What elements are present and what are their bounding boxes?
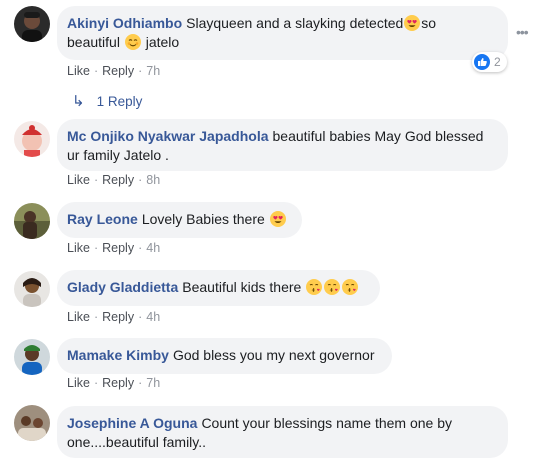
comment-bubble: Ray Leone Lovely Babies there	[57, 202, 302, 238]
separator: ·	[138, 376, 143, 390]
comment-actions: Like · Reply · 7h	[67, 376, 160, 390]
separator: ·	[93, 64, 99, 78]
separator: ·	[138, 173, 143, 187]
reaction-count-badge[interactable]: 2	[472, 52, 507, 72]
heart-eyes-icon	[269, 211, 286, 227]
comment-text: beautiful	[67, 34, 120, 50]
reply-link[interactable]: Reply	[102, 310, 134, 324]
heart-eyes-icon	[404, 15, 421, 31]
comment-text: God bless you my next governor	[172, 347, 375, 363]
separator: ·	[138, 310, 143, 324]
kissing-heart-icon	[342, 279, 359, 295]
separator: ·	[138, 64, 143, 78]
reply-link[interactable]: Reply	[102, 173, 134, 187]
comment-text: Count your blessings name them one by	[201, 415, 453, 431]
separator: ·	[93, 241, 99, 255]
avatar[interactable]	[14, 6, 50, 42]
separator: ·	[138, 241, 143, 255]
comment-actions: Like · Reply · 7h	[67, 64, 160, 78]
comment-bubble: Josephine A Oguna Count your blessings na…	[57, 406, 508, 458]
comment-bubble: Glady Gladdietta Beautiful kids there	[57, 270, 380, 306]
avatar[interactable]	[14, 203, 50, 239]
like-link[interactable]: Like	[67, 64, 90, 78]
comment-actions: Like · Reply · 8h	[67, 173, 160, 187]
comment-text: Slayqueen and a slayking detected	[186, 15, 404, 31]
comment-text: one....beautiful family..	[67, 434, 207, 450]
reaction-count: 2	[494, 55, 501, 69]
comment-actions: Like · Reply · 4h	[67, 241, 160, 255]
comment-author[interactable]: Glady Gladdietta	[67, 279, 178, 295]
comment-actions: Like · Reply · 4h	[67, 310, 160, 324]
separator: ·	[93, 376, 99, 390]
like-link[interactable]: Like	[67, 310, 90, 324]
timestamp[interactable]: 7h	[146, 376, 160, 390]
more-options-icon[interactable]: •••	[516, 24, 529, 40]
timestamp[interactable]: 4h	[146, 241, 160, 255]
like-thumb-icon	[474, 54, 490, 70]
smiling-face-icon	[124, 34, 141, 50]
timestamp[interactable]: 8h	[146, 173, 160, 187]
like-link[interactable]: Like	[67, 173, 90, 187]
reply-link[interactable]: Reply	[102, 241, 134, 255]
comment-bubble: Akinyi Odhiambo Slayqueen and a slayking …	[57, 6, 508, 60]
comment-text: jatelo	[145, 34, 180, 50]
reply-arrow-icon: ↳	[72, 93, 85, 110]
timestamp[interactable]: 4h	[146, 310, 160, 324]
reply-link[interactable]: Reply	[102, 64, 134, 78]
comment-text: ur family Jatelo .	[67, 147, 169, 163]
separator: ·	[93, 310, 99, 324]
timestamp[interactable]: 7h	[146, 64, 160, 78]
avatar[interactable]	[14, 121, 50, 157]
avatar[interactable]	[14, 271, 50, 307]
kissing-heart-icon	[324, 279, 341, 295]
kissing-heart-icon	[306, 279, 323, 295]
replies-count: 1 Reply	[96, 94, 143, 109]
comment-author[interactable]: Akinyi Odhiambo	[67, 15, 182, 31]
reply-link[interactable]: Reply	[102, 376, 134, 390]
comment-text: Lovely Babies there	[141, 211, 265, 227]
avatar[interactable]	[14, 339, 50, 375]
comment-author[interactable]: Ray Leone	[67, 211, 138, 227]
comment-text: beautiful babies May God blessed	[272, 128, 484, 144]
comment-author[interactable]: Mc Onjiko Nyakwar Japadhola	[67, 128, 269, 144]
avatar[interactable]	[14, 405, 50, 441]
separator: ·	[93, 173, 99, 187]
comment-text: Beautiful kids there	[182, 279, 302, 295]
comment-bubble: Mc Onjiko Nyakwar Japadhola beautiful bab…	[57, 119, 508, 171]
comment-bubble: Mamake Kimby God bless you my next govern…	[57, 338, 392, 374]
comment-text: so	[421, 15, 437, 31]
like-link[interactable]: Like	[67, 241, 90, 255]
view-replies-link[interactable]: ↳ 1 Reply	[72, 92, 142, 110]
comment-author[interactable]: Josephine A Oguna	[67, 415, 197, 431]
comment-author[interactable]: Mamake Kimby	[67, 347, 169, 363]
like-link[interactable]: Like	[67, 376, 90, 390]
